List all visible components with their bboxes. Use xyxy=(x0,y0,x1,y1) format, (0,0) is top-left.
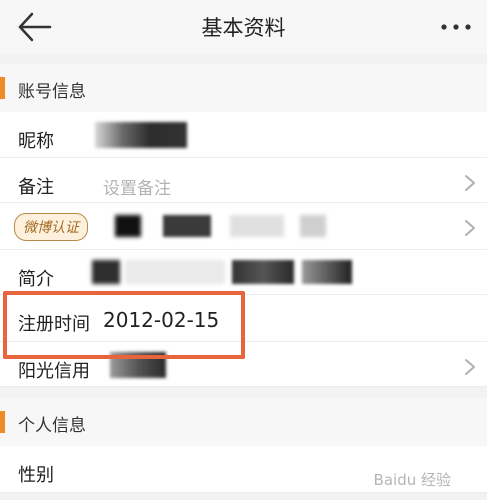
highlight-box xyxy=(3,291,245,359)
section-account-header: 账号信息 xyxy=(0,64,487,112)
row-label: 昵称 xyxy=(18,131,54,152)
redacted-block xyxy=(302,260,352,284)
redacted-block xyxy=(300,215,326,237)
row-bio: 简介 xyxy=(0,250,487,295)
watermark: Baidu 经验 xyxy=(373,471,451,489)
page-title: 基本资料 xyxy=(201,16,286,40)
redacted-block xyxy=(115,215,141,237)
row-label: 阳光信用 xyxy=(18,361,90,382)
row-weibo-verify[interactable]: 微博认证 xyxy=(0,203,487,250)
chevron-right-icon xyxy=(465,220,475,236)
weibo-verify-badge: 微博认证 xyxy=(14,213,88,241)
row-label: 简介 xyxy=(18,269,54,290)
redacted-block xyxy=(163,215,211,237)
chevron-right-icon xyxy=(465,359,475,375)
section-title: 个人信息 xyxy=(18,416,86,436)
row-remark[interactable]: 备注 设置备注 xyxy=(0,158,487,203)
redacted-block xyxy=(232,260,294,284)
remark-placeholder: 设置备注 xyxy=(103,179,171,199)
row-label: 备注 xyxy=(18,177,54,198)
redacted-block xyxy=(125,260,225,284)
redacted-block xyxy=(92,260,120,284)
section-accent-bar xyxy=(0,77,5,99)
redacted-block xyxy=(230,215,284,237)
top-bar: 基本资料 xyxy=(0,0,487,54)
row-label: 性别 xyxy=(18,465,54,486)
section-accent-bar xyxy=(0,411,5,433)
row-nickname: 昵称 xyxy=(0,112,487,158)
more-button[interactable] xyxy=(439,12,473,42)
chevron-right-icon xyxy=(465,175,475,191)
redacted-nickname xyxy=(95,122,187,148)
section-title: 账号信息 xyxy=(18,82,86,102)
more-dots-icon xyxy=(441,24,471,30)
section-personal-header: 个人信息 xyxy=(0,398,487,446)
